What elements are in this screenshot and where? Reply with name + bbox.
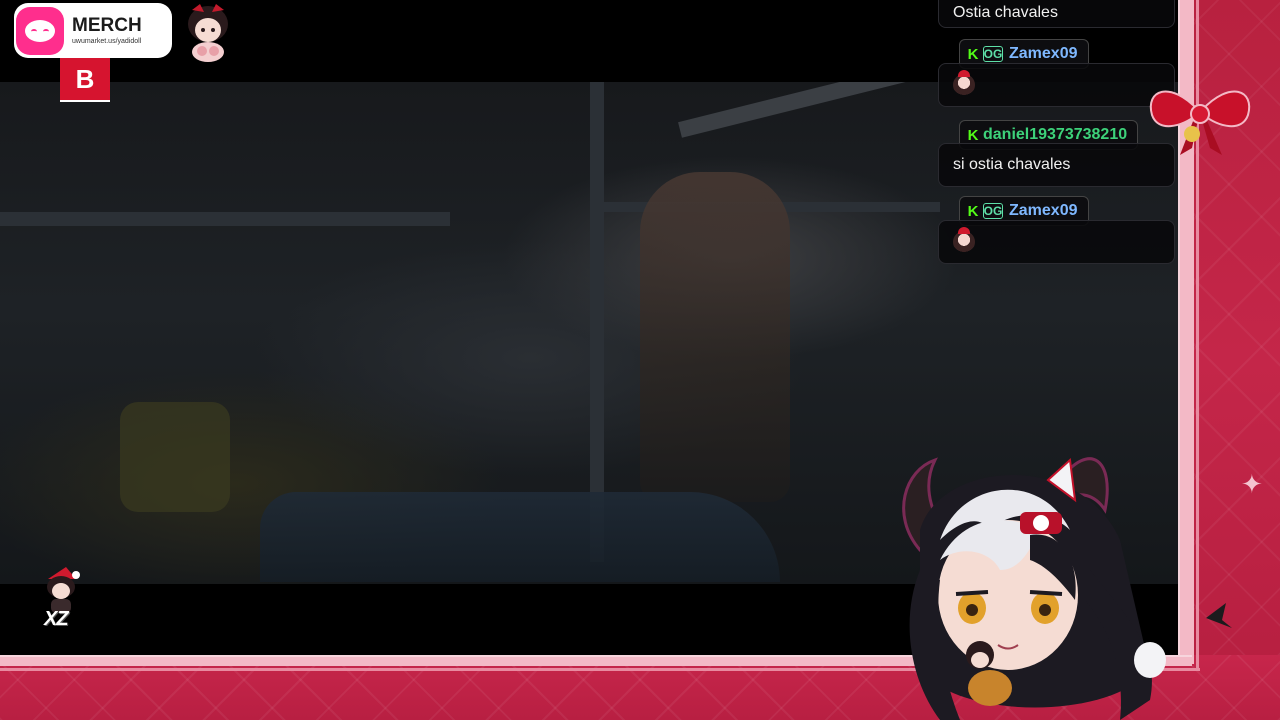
merch-text: MERCH uwumarket.us/yadidoll — [72, 16, 142, 45]
og-badge-icon: OG — [983, 203, 1003, 219]
vtuber-avatar — [902, 457, 1166, 720]
christmas-bow-icon — [1149, 90, 1251, 155]
chibi-emote-icon — [953, 70, 975, 96]
chibi-santa-emote-icon — [953, 227, 975, 253]
og-badge-icon: OG — [983, 46, 1003, 62]
chat-username: Zamex09 — [1009, 202, 1078, 219]
chat-message-text: Ostia chavales — [953, 4, 1058, 21]
kick-badge-icon: K — [967, 202, 979, 220]
chibi-avatar-icon — [188, 4, 228, 62]
video-blanket — [260, 492, 780, 582]
kick-badge-icon: K — [967, 45, 979, 63]
video-compressor — [120, 402, 230, 512]
chat-username: Zamex09 — [1009, 45, 1078, 62]
video-post — [590, 82, 604, 562]
b-badge: B — [60, 58, 110, 102]
merch-title: MERCH — [72, 15, 142, 36]
corner-logo-text: XZ — [44, 608, 69, 630]
sparkle-star-icon: ✦ — [1241, 470, 1263, 500]
chat-message-text: si ostia chavales — [953, 156, 1071, 173]
video-beam — [678, 82, 935, 138]
kick-badge-icon: K — [967, 126, 979, 144]
merch-badge[interactable]: MERCH uwumarket.us/yadidoll — [14, 3, 172, 58]
merch-logo-icon — [16, 6, 64, 55]
video-shelf — [0, 212, 450, 226]
video-figure — [640, 172, 790, 502]
smile-face-icon — [25, 19, 55, 42]
merch-url: uwumarket.us/yadidoll — [72, 38, 142, 45]
chat-message: Ostia chavales — [938, 0, 1175, 28]
chat-message — [938, 220, 1175, 264]
chat-username: daniel19373738210 — [983, 126, 1128, 143]
